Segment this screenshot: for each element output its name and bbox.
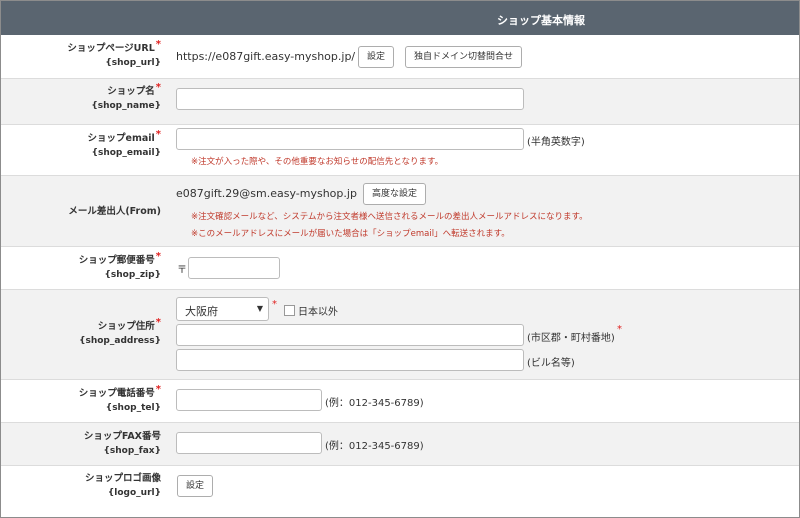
shop-email-input[interactable] <box>176 128 524 150</box>
prefecture-value: 大阪府 <box>185 305 218 318</box>
shop-email-hint: (半角英数字) <box>527 137 585 148</box>
shop-zip-label: ショップ郵便番号* {shop_zip} <box>78 251 161 280</box>
custom-domain-button[interactable]: 独自ドメイン切替問合せ <box>405 46 523 68</box>
address2-input[interactable] <box>176 349 524 371</box>
shop-tel-hint: (例：012-345-6789) <box>325 398 424 409</box>
row-mail-from: メール差出人(From) e087gift.29@sm.easy-myshop.… <box>1 176 799 247</box>
row-logo-url: ショップロゴ画像 {logo_url} 設定 <box>1 466 799 508</box>
row-shop-zip: ショップ郵便番号* {shop_zip} 〒 <box>1 247 799 290</box>
zip-prefix: 〒 <box>177 265 187 276</box>
shop-zip-input[interactable] <box>188 257 280 279</box>
overseas-label: 日本以外 <box>298 307 338 318</box>
shop-fax-input[interactable] <box>176 432 322 454</box>
row-shop-fax: ショップFAX番号 {shop_fax} (例：012-345-6789) <box>1 423 799 466</box>
shop-tel-label: ショップ電話番号* {shop_tel} <box>78 384 161 413</box>
advanced-settings-button[interactable]: 高度な設定 <box>363 183 427 205</box>
mail-from-value: e087gift.29@sm.easy-myshop.jp <box>176 187 357 200</box>
logo-url-label: ショップロゴ画像 {logo_url} <box>84 473 161 498</box>
mail-from-note-1: ※注文確認メールなど、システムから注文者様へ送信されるメールの差出人メールアドレ… <box>191 212 588 222</box>
row-shop-email: ショップemail* {shop_email} (半角英数字) ※注文が入った際… <box>1 125 799 176</box>
row-shop-url: ショップページURL* {shop_url} https://e087gift.… <box>1 35 799 79</box>
mail-from-note-2: ※このメールアドレスにメールが届いた場合は「ショップemail」へ転送されます。 <box>191 229 510 239</box>
shop-fax-label: ショップFAX番号 {shop_fax} <box>83 431 161 456</box>
section-title: ショップ基本情報 <box>497 14 585 27</box>
address1-hint: (市区郡・町村番地) <box>527 333 615 344</box>
shop-address-label: ショップ住所* {shop_address} <box>79 317 161 346</box>
address1-required-mark: * <box>617 324 622 335</box>
shop-email-note: ※注文が入った際や、その他重要なお知らせの配信先となります。 <box>191 157 444 167</box>
address1-input[interactable] <box>176 324 524 346</box>
caret-down-icon: ▼ <box>256 304 263 313</box>
shop-url-label: ショップページURL* {shop_url} <box>67 39 161 68</box>
shop-tel-input[interactable] <box>176 389 322 411</box>
shop-name-label: ショップ名* {shop_name} <box>91 82 161 111</box>
prefecture-required-mark: * <box>272 299 277 310</box>
address2-hint: (ビル名等) <box>527 358 575 369</box>
shop-email-label: ショップemail* {shop_email} <box>87 129 162 158</box>
overseas-checkbox[interactable] <box>284 305 295 316</box>
section-header: ショップ基本情報 <box>1 1 799 35</box>
mail-from-label: メール差出人(From) <box>68 206 161 217</box>
shop-settings-form: ショップ基本情報 ショップページURL* {shop_url} https://… <box>0 0 800 518</box>
shop-name-input[interactable] <box>176 88 524 110</box>
prefecture-select[interactable]: 大阪府 ▼ <box>176 297 269 321</box>
shop-url-value: https://e087gift.easy-myshop.jp/ <box>176 50 356 63</box>
row-shop-address: ショップ住所* {shop_address} 大阪府 ▼ * 日本以外 (市区郡… <box>1 290 799 380</box>
row-shop-name: ショップ名* {shop_name} <box>1 79 799 125</box>
shop-url-set-button[interactable]: 設定 <box>358 46 395 68</box>
logo-set-button[interactable]: 設定 <box>177 475 214 497</box>
shop-fax-hint: (例：012-345-6789) <box>325 441 424 452</box>
row-shop-tel: ショップ電話番号* {shop_tel} (例：012-345-6789) <box>1 380 799 423</box>
